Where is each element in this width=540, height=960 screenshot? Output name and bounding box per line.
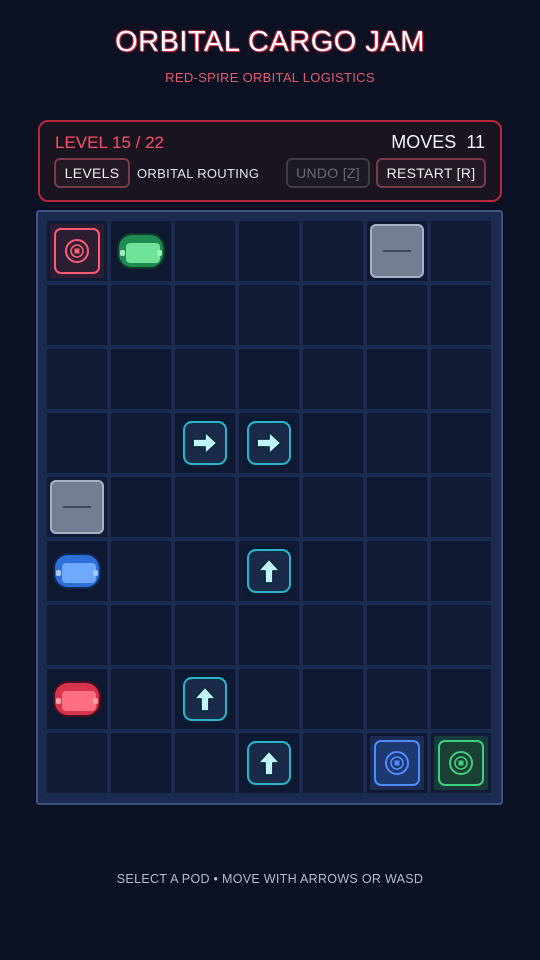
grid-cell[interactable] bbox=[46, 732, 108, 794]
grid-cell[interactable] bbox=[174, 284, 236, 346]
grid-cell[interactable] bbox=[430, 476, 492, 538]
grid-cell[interactable] bbox=[302, 604, 364, 666]
grid-cell[interactable] bbox=[366, 540, 428, 602]
grid-cell[interactable] bbox=[366, 604, 428, 666]
grid-cell[interactable] bbox=[174, 348, 236, 410]
arrow-right-tile bbox=[179, 417, 231, 469]
game-board bbox=[36, 210, 503, 805]
instructions-text: SELECT A POD • MOVE WITH ARROWS OR WASD bbox=[116, 872, 424, 886]
grid-cell[interactable] bbox=[430, 220, 492, 282]
levels-button[interactable]: LEVELS bbox=[54, 158, 130, 188]
grid-cell[interactable] bbox=[238, 348, 300, 410]
arrow-right-tile bbox=[243, 417, 295, 469]
grid-cell[interactable] bbox=[238, 476, 300, 538]
target-icon bbox=[438, 740, 484, 786]
grid-cell[interactable] bbox=[174, 540, 236, 602]
grid-cell[interactable] bbox=[46, 284, 108, 346]
grid-cell[interactable] bbox=[430, 284, 492, 346]
blue-cargo-pod[interactable] bbox=[53, 553, 101, 589]
grid-cell[interactable] bbox=[302, 348, 364, 410]
grid-cell[interactable] bbox=[366, 668, 428, 730]
grid-cell[interactable] bbox=[302, 732, 364, 794]
grid-cell[interactable] bbox=[110, 412, 172, 474]
target-icon bbox=[374, 740, 420, 786]
game-title: ORBITAL CARGO JAM bbox=[115, 26, 425, 58]
grid-cell[interactable] bbox=[110, 476, 172, 538]
grid-cell[interactable] bbox=[302, 476, 364, 538]
grid-cell[interactable] bbox=[366, 348, 428, 410]
grid-cell[interactable] bbox=[110, 604, 172, 666]
grid-cell[interactable] bbox=[302, 220, 364, 282]
grid-cell[interactable] bbox=[46, 604, 108, 666]
grid-cell[interactable] bbox=[430, 540, 492, 602]
wall-block bbox=[370, 224, 424, 278]
green-cargo-pod[interactable] bbox=[117, 233, 165, 269]
grid-cell[interactable] bbox=[430, 348, 492, 410]
arrow-up-tile bbox=[243, 545, 295, 597]
grid-cell[interactable] bbox=[110, 540, 172, 602]
grid-cell[interactable] bbox=[302, 284, 364, 346]
grid-cell[interactable] bbox=[110, 668, 172, 730]
grid-cell[interactable] bbox=[430, 604, 492, 666]
grid-cell[interactable] bbox=[430, 668, 492, 730]
mode-label: ORBITAL ROUTING bbox=[137, 166, 260, 181]
grid-cell[interactable] bbox=[238, 604, 300, 666]
grid-cell[interactable] bbox=[302, 540, 364, 602]
target-icon bbox=[54, 228, 100, 274]
grid-cell[interactable] bbox=[174, 220, 236, 282]
grid-cell[interactable] bbox=[366, 412, 428, 474]
grid-cell[interactable] bbox=[46, 412, 108, 474]
grid-cell[interactable] bbox=[174, 604, 236, 666]
undo-button[interactable]: UNDO [Z] bbox=[286, 158, 370, 188]
grid-cell[interactable] bbox=[430, 412, 492, 474]
green-target-pad bbox=[434, 736, 488, 790]
grid-cell[interactable] bbox=[238, 220, 300, 282]
restart-button[interactable]: RESTART [R] bbox=[376, 158, 486, 188]
moves-value: 11 bbox=[466, 132, 485, 152]
game-subtitle: RED-SPIRE ORBITAL LOGISTICS bbox=[165, 70, 375, 85]
grid-cell[interactable] bbox=[174, 476, 236, 538]
grid-cell[interactable] bbox=[46, 348, 108, 410]
blue-target-pad bbox=[370, 736, 424, 790]
grid-cell[interactable] bbox=[238, 284, 300, 346]
hud-panel: LEVEL 15 / 22 MOVES 11 LEVELS ORBITAL ROU… bbox=[38, 120, 502, 202]
grid-cell[interactable] bbox=[110, 348, 172, 410]
level-indicator: LEVEL 15 / 22 bbox=[55, 133, 165, 152]
moves-counter: MOVES 11 bbox=[391, 132, 485, 153]
grid-cell[interactable] bbox=[238, 668, 300, 730]
grid-cell[interactable] bbox=[110, 284, 172, 346]
grid-cell[interactable] bbox=[366, 476, 428, 538]
grid-cell[interactable] bbox=[174, 732, 236, 794]
grid-cell[interactable] bbox=[366, 284, 428, 346]
arrow-up-tile bbox=[243, 737, 295, 789]
grid-cell[interactable] bbox=[110, 732, 172, 794]
grid-cell[interactable] bbox=[302, 668, 364, 730]
grid-cell[interactable] bbox=[302, 412, 364, 474]
moves-label: MOVES bbox=[391, 132, 457, 152]
red-target-pad bbox=[50, 224, 104, 278]
wall-block bbox=[50, 480, 104, 534]
red-cargo-pod[interactable] bbox=[53, 681, 101, 717]
arrow-up-tile bbox=[179, 673, 231, 725]
